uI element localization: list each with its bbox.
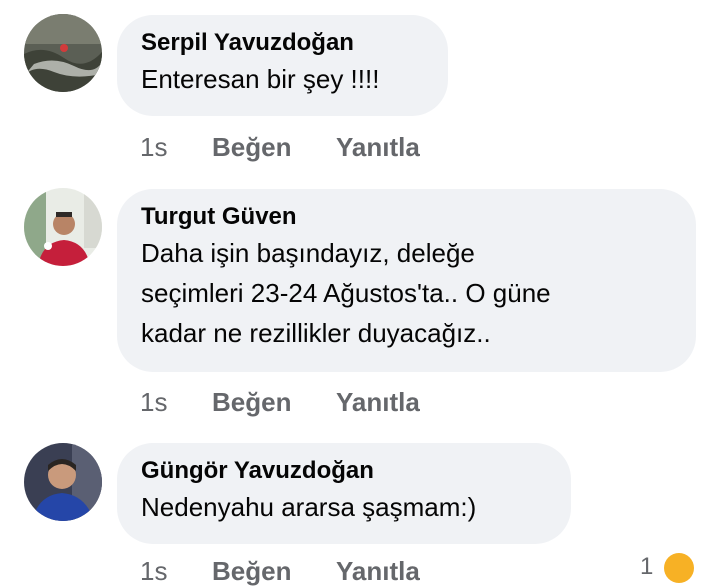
laugh-reaction-icon[interactable] bbox=[664, 553, 694, 583]
comment-author[interactable]: Güngör Yavuzdoğan bbox=[141, 455, 547, 487]
comment-bubble: Güngör Yavuzdoğan Nedenyahu ararsa şaşma… bbox=[117, 443, 571, 544]
comment-text: Daha işin başındayız, deleğe seçimleri 2… bbox=[141, 233, 672, 353]
reply-button[interactable]: Yanıtla bbox=[336, 387, 420, 418]
comment-text-line: Nedenyahu ararsa şaşmam:) bbox=[141, 492, 477, 522]
comment-text-line: seçimleri 23-24 Ağustos'ta.. O güne bbox=[141, 278, 551, 308]
comment-timestamp[interactable]: 1s bbox=[140, 132, 167, 163]
comment-timestamp[interactable]: 1s bbox=[140, 387, 167, 418]
like-button[interactable]: Beğen bbox=[212, 132, 291, 163]
avatar[interactable] bbox=[24, 188, 102, 266]
reply-button[interactable]: Yanıtla bbox=[336, 556, 420, 587]
comment-text-line: Enteresan bir şey !!!! bbox=[141, 64, 380, 94]
comment-timestamp[interactable]: 1s bbox=[140, 556, 167, 587]
comment-text-line: kadar ne rezillikler duyacağız.. bbox=[141, 318, 491, 348]
comment-bubble: Serpil Yavuzdoğan Enteresan bir şey !!!! bbox=[117, 15, 448, 116]
like-button[interactable]: Beğen bbox=[212, 556, 291, 587]
avatar-image bbox=[24, 443, 102, 521]
avatar-image bbox=[24, 188, 102, 266]
comment-text-line: Daha işin başındayız, deleğe bbox=[141, 238, 475, 268]
avatar-image bbox=[24, 14, 102, 92]
comment-text: Nedenyahu ararsa şaşmam:) bbox=[141, 487, 547, 527]
comment-author[interactable]: Serpil Yavuzdoğan bbox=[141, 27, 424, 59]
comment-bubble: Turgut Güven Daha işin başındayız, deleğ… bbox=[117, 189, 696, 372]
reply-button[interactable]: Yanıtla bbox=[336, 132, 420, 163]
reaction-count[interactable]: 1 bbox=[640, 553, 653, 581]
comment-text: Enteresan bir şey !!!! bbox=[141, 59, 424, 99]
comment-author[interactable]: Turgut Güven bbox=[141, 201, 672, 233]
like-button[interactable]: Beğen bbox=[212, 387, 291, 418]
avatar[interactable] bbox=[24, 14, 102, 92]
avatar[interactable] bbox=[24, 443, 102, 521]
